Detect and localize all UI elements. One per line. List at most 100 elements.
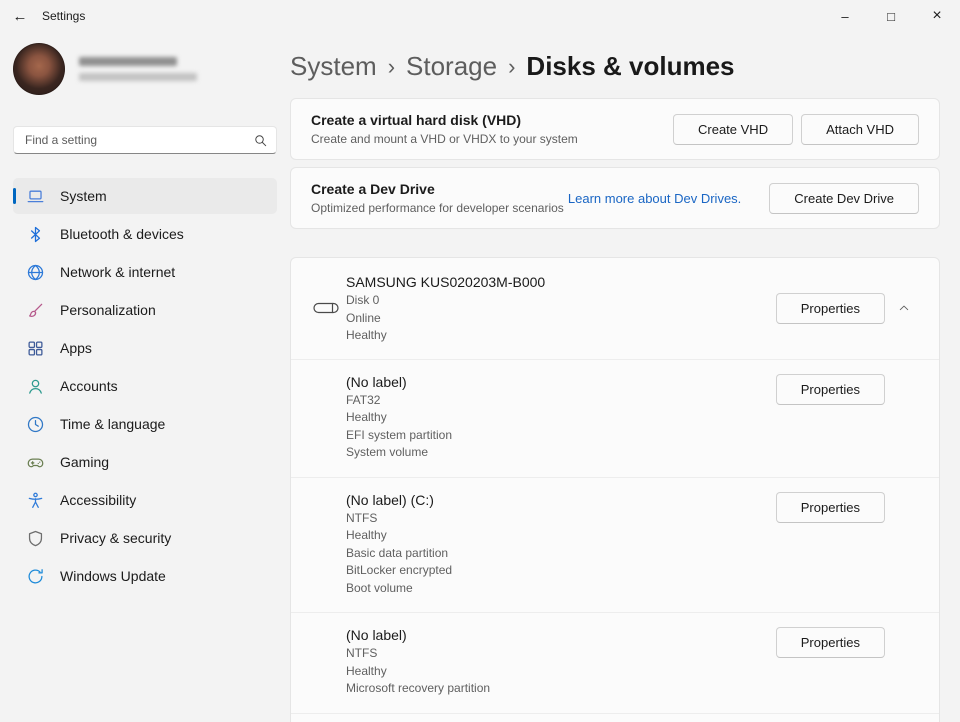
update-icon xyxy=(27,568,44,585)
volume-row: (No label) NTFS Healthy Microsoft recovery … xyxy=(291,612,939,713)
sidebar-item-label: System xyxy=(60,188,107,204)
volume-title: (No label) xyxy=(346,373,407,390)
user-name-blurred xyxy=(79,57,177,66)
volume-detail: Boot volume xyxy=(346,580,413,595)
attach-vhd-button[interactable]: Attach VHD xyxy=(801,113,919,145)
sidebar-item-accounts[interactable]: Accounts xyxy=(13,368,277,404)
sidebar-item-label: Privacy & security xyxy=(60,530,172,546)
sidebar-item-apps[interactable]: Apps xyxy=(13,330,277,366)
volume-title: (No label) (C:) xyxy=(346,491,434,508)
create-vhd-button[interactable]: Create VHD xyxy=(673,113,794,145)
dev-drive-card-subtitle: Optimized performance for developer scen… xyxy=(311,201,564,215)
sidebar-item-label: Apps xyxy=(60,340,92,356)
chevron-up-icon xyxy=(898,302,910,314)
volume-info: (No label) FAT32 Healthy EFI system partiti… xyxy=(346,372,776,462)
volume-list: (No label) FAT32 Healthy EFI system partiti… xyxy=(291,358,939,722)
search-input[interactable] xyxy=(25,133,254,147)
collapse-disk-button[interactable] xyxy=(889,293,919,323)
breadcrumb-separator: › xyxy=(387,54,396,79)
volume-row: Windows RE toolsNTFSHealthyProperties xyxy=(291,712,939,722)
sidebar-item-system[interactable]: System xyxy=(13,178,277,214)
sidebar-item-privacy-and-security[interactable]: Privacy & security xyxy=(13,520,277,556)
volume-row: (No label) FAT32 Healthy EFI system partiti… xyxy=(291,358,939,477)
sidebar-item-accessibility[interactable]: Accessibility xyxy=(13,482,277,518)
close-button[interactable]: × xyxy=(914,0,960,32)
time-icon xyxy=(27,416,44,433)
volume-detail: Microsoft recovery partition xyxy=(346,681,491,695)
user-profile[interactable] xyxy=(13,38,277,100)
titlebar: ← Settings – □ × xyxy=(0,0,960,32)
minimize-button[interactable]: – xyxy=(822,0,868,32)
back-button[interactable]: ← xyxy=(0,0,40,32)
main-content: System › Storage › Disks & volumes Creat… xyxy=(290,32,960,722)
dev-drive-card: Create a Dev Drive Optimized performance… xyxy=(290,167,940,229)
network-icon xyxy=(27,264,44,281)
volume-actions: Properties xyxy=(775,625,919,658)
personalization-icon xyxy=(27,302,44,319)
volume-detail: NTFS xyxy=(346,646,378,660)
vhd-card: Create a virtual hard disk (VHD) Create … xyxy=(290,98,940,160)
volume-detail: NTFS xyxy=(346,510,378,525)
volume-detail: System volume xyxy=(346,445,429,459)
accounts-icon xyxy=(27,378,44,395)
volume-info: (No label) NTFS Healthy Microsoft recovery … xyxy=(346,625,776,698)
bluetooth-icon xyxy=(27,226,44,243)
vhd-card-title: Create a virtual hard disk (VHD) xyxy=(311,112,522,128)
volume-properties-button[interactable]: Properties xyxy=(775,627,885,658)
volume-actions: Properties xyxy=(775,372,919,405)
volume-detail: FAT32 xyxy=(346,392,381,407)
sidebar-item-gaming[interactable]: Gaming xyxy=(13,444,277,480)
gaming-icon xyxy=(27,454,44,471)
disk-detail: Healthy xyxy=(346,328,387,342)
system-icon xyxy=(27,188,44,205)
breadcrumb-system[interactable]: System xyxy=(290,51,377,82)
user-info-blurred xyxy=(79,57,197,81)
disk-drive-icon xyxy=(313,299,339,317)
create-dev-drive-button[interactable]: Create Dev Drive xyxy=(769,182,919,214)
sidebar-nav: System Bluetooth & devices Network & inter… xyxy=(13,178,277,594)
sidebar-item-bluetooth-and-devices[interactable]: Bluetooth & devices xyxy=(13,216,277,252)
breadcrumb-storage[interactable]: Storage xyxy=(406,51,497,82)
sidebar-item-windows-update[interactable]: Windows Update xyxy=(13,558,277,594)
maximize-button[interactable]: □ xyxy=(868,0,914,32)
search-icon xyxy=(254,134,267,147)
volume-detail: Healthy xyxy=(346,663,387,678)
sidebar-item-label: Accounts xyxy=(60,378,118,394)
sidebar-item-label: Bluetooth & devices xyxy=(60,226,184,242)
disk-properties-button[interactable]: Properties xyxy=(775,292,885,324)
sidebar-item-personalization[interactable]: Personalization xyxy=(13,292,277,328)
volume-properties-button[interactable]: Properties xyxy=(775,491,885,523)
vhd-card-subtitle: Create and mount a VHD or VHDX to your s… xyxy=(311,132,578,146)
privacy-icon xyxy=(27,530,44,547)
sidebar-item-time-and-language[interactable]: Time & language xyxy=(13,406,277,442)
user-email-blurred xyxy=(79,73,197,81)
search-box[interactable] xyxy=(13,126,277,154)
volume-detail: Healthy xyxy=(346,410,387,424)
sidebar-item-label: Time & language xyxy=(60,416,166,432)
avatar xyxy=(13,43,65,95)
breadcrumb-separator: › xyxy=(508,54,516,79)
disk-card: SAMSUNG KUS020203M-B000 Disk 0 Online He… xyxy=(290,257,940,722)
volume-detail: EFI system partition xyxy=(346,427,453,442)
sidebar-item-label: Gaming xyxy=(60,454,110,470)
sidebar-item-label: Windows Update xyxy=(60,568,166,584)
sidebar-item-label: Accessibility xyxy=(60,492,137,508)
volume-properties-button[interactable]: Properties xyxy=(775,373,885,405)
window-title: Settings xyxy=(42,9,86,23)
volume-actions: Properties xyxy=(775,490,919,523)
disk-detail: Online xyxy=(346,310,381,325)
volume-detail: BitLocker encrypted xyxy=(346,563,453,577)
dev-drive-card-title: Create a Dev Drive xyxy=(311,181,435,197)
volume-row: (No label) (C:) NTFS Healthy Basic data par… xyxy=(291,476,939,613)
sidebar: System Bluetooth & devices Network & inter… xyxy=(0,32,290,722)
volume-info: (No label) (C:) NTFS Healthy Basic data par… xyxy=(346,490,776,598)
disk-name: SAMSUNG KUS020203M-B000 xyxy=(346,274,546,290)
disk-header-row: SAMSUNG KUS020203M-B000 Disk 0 Online He… xyxy=(291,258,939,359)
breadcrumb: System › Storage › Disks & volumes xyxy=(290,46,940,86)
sidebar-item-network-and-internet[interactable]: Network & internet xyxy=(13,254,277,290)
dev-drive-learn-more-link[interactable]: Learn more about Dev Drives. xyxy=(568,191,741,206)
volume-title: (No label) xyxy=(346,627,407,643)
volume-detail: Basic data partition xyxy=(346,545,449,560)
disk-detail: Disk 0 xyxy=(346,293,380,307)
volume-detail: Healthy xyxy=(346,528,387,542)
